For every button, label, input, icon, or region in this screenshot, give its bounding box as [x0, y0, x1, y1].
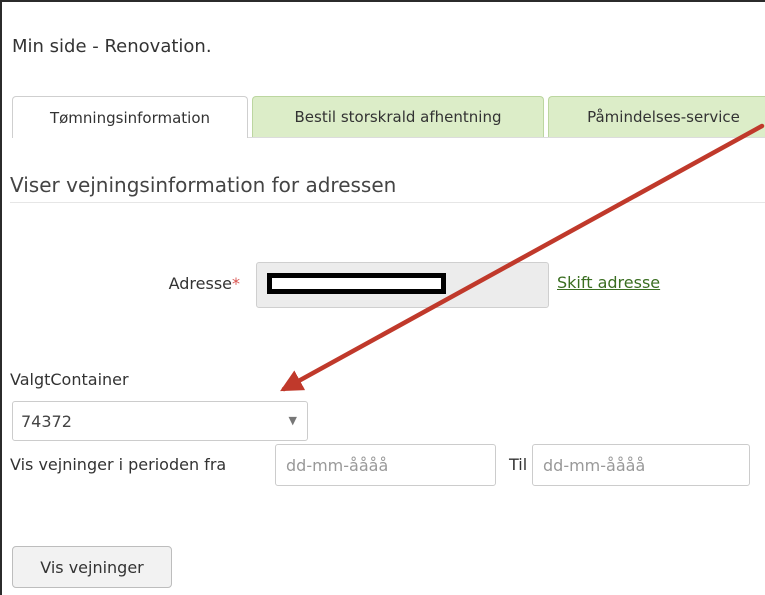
red-arrow-annotation	[280, 123, 765, 392]
annotation-arrow	[280, 123, 765, 392]
